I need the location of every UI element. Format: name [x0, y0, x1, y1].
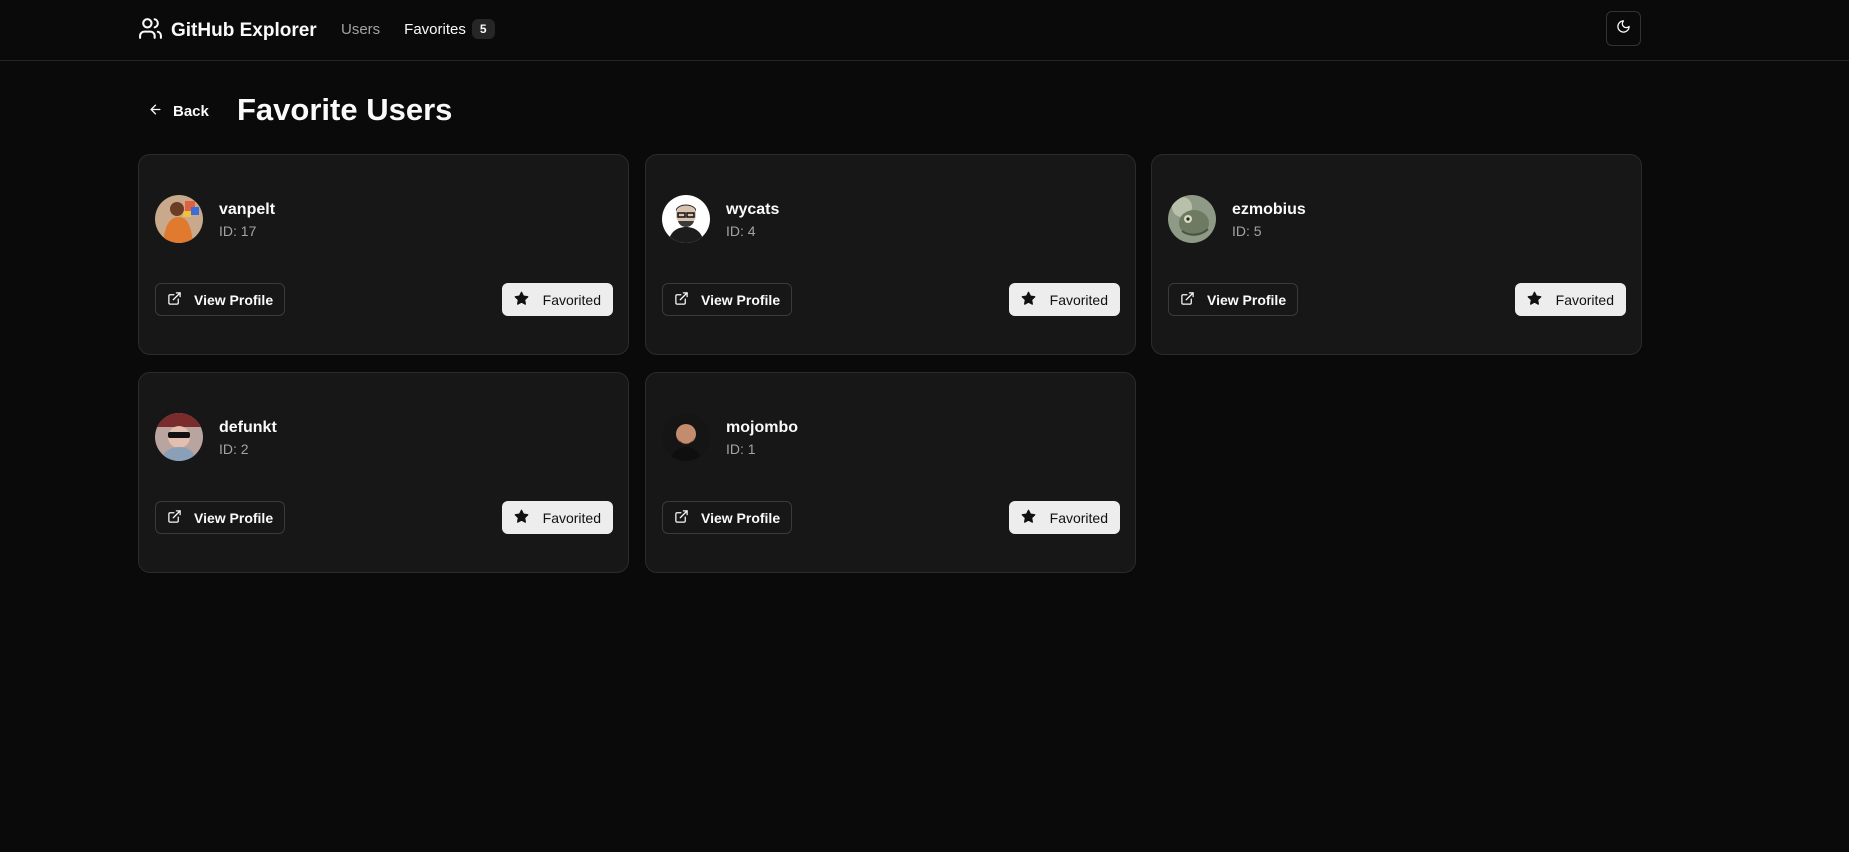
user-id: ID: 1 — [726, 441, 756, 457]
favorited-button[interactable]: Favorited — [501, 283, 613, 316]
users-icon — [138, 16, 163, 46]
view-profile-label: View Profile — [701, 291, 781, 308]
view-profile-label: View Profile — [194, 509, 274, 526]
external-link-icon — [167, 291, 182, 309]
avatar — [662, 195, 710, 243]
avatar — [662, 413, 710, 461]
favorited-label: Favorited — [1049, 291, 1108, 308]
star-icon — [1021, 509, 1036, 527]
favorited-button[interactable]: Favorited — [1008, 501, 1120, 534]
top-navbar: GitHub Explorer Users Favorites 5 — [0, 0, 1849, 61]
user-card: wycats ID: 4 View Profile Favorited — [645, 154, 1136, 355]
view-profile-label: View Profile — [701, 509, 781, 526]
star-icon — [1021, 291, 1036, 309]
username: defunkt — [219, 419, 277, 436]
user-id: ID: 5 — [1232, 223, 1262, 239]
page-title: Favorite Users — [237, 92, 453, 127]
user-card: mojombo ID: 1 View Profile Favorited — [645, 372, 1136, 573]
favorited-button[interactable]: Favorited — [1514, 283, 1626, 316]
view-profile-button[interactable]: View Profile — [1168, 283, 1299, 316]
star-icon — [1527, 291, 1542, 309]
arrow-left-icon — [148, 102, 163, 121]
main-nav: Users Favorites 5 — [341, 19, 495, 39]
user-id: ID: 4 — [726, 223, 756, 239]
user-id: ID: 17 — [219, 223, 257, 239]
view-profile-label: View Profile — [194, 291, 274, 308]
avatar — [155, 195, 203, 243]
nav-favorites-link[interactable]: Favorites 5 — [404, 19, 495, 39]
favorited-label: Favorited — [542, 509, 601, 526]
nav-users-link[interactable]: Users — [341, 21, 380, 38]
app-title: GitHub Explorer — [171, 20, 317, 41]
moon-icon — [1616, 19, 1631, 39]
view-profile-button[interactable]: View Profile — [662, 501, 793, 534]
favorites-count-badge: 5 — [471, 19, 495, 39]
view-profile-button[interactable]: View Profile — [155, 501, 286, 534]
view-profile-button[interactable]: View Profile — [155, 283, 286, 316]
user-card: defunkt ID: 2 View Profile Favorited — [138, 372, 629, 573]
username: ezmobius — [1232, 201, 1306, 218]
username: mojombo — [726, 419, 798, 436]
view-profile-label: View Profile — [1207, 291, 1287, 308]
favorited-button[interactable]: Favorited — [1008, 283, 1120, 316]
brand[interactable]: GitHub Explorer — [138, 16, 317, 46]
star-icon — [514, 509, 529, 527]
nav-favorites-label: Favorites — [404, 20, 466, 38]
theme-toggle-button[interactable] — [1606, 11, 1641, 46]
back-label: Back — [173, 103, 209, 120]
back-button[interactable]: Back — [138, 96, 221, 127]
external-link-icon — [674, 291, 689, 309]
star-icon — [514, 291, 529, 309]
favorited-label: Favorited — [1049, 509, 1108, 526]
username: vanpelt — [219, 201, 276, 218]
favorited-button[interactable]: Favorited — [501, 501, 613, 534]
favorited-label: Favorited — [1555, 291, 1614, 308]
external-link-icon — [674, 509, 689, 527]
avatar — [155, 413, 203, 461]
username: wycats — [726, 201, 780, 218]
user-card: vanpelt ID: 17 View Profile Favorited — [138, 154, 629, 355]
favorited-label: Favorited — [542, 291, 601, 308]
external-link-icon — [1180, 291, 1195, 309]
external-link-icon — [167, 509, 182, 527]
user-card: ezmobius ID: 5 View Profile Favorited — [1151, 154, 1642, 355]
view-profile-button[interactable]: View Profile — [662, 283, 793, 316]
avatar — [1168, 195, 1216, 243]
user-id: ID: 2 — [219, 441, 249, 457]
